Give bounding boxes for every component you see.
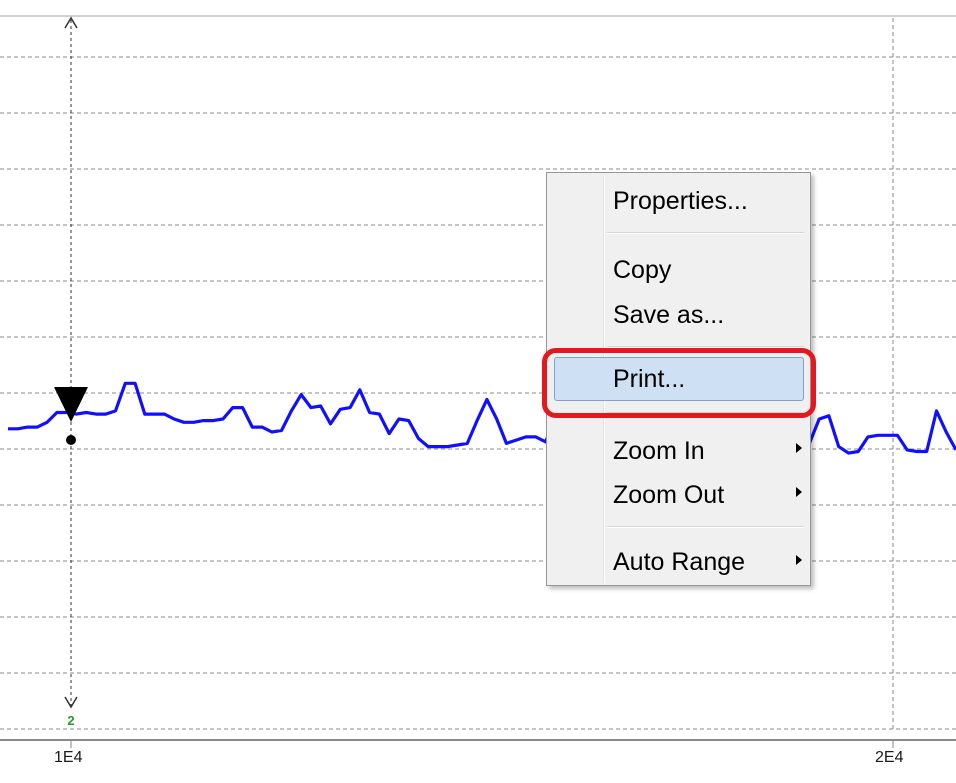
submenu-arrow-icon: [796, 555, 802, 565]
x-tick-label-1e4: 1E4: [54, 749, 83, 766]
menu-item-save-as[interactable]: Save as...: [613, 301, 724, 330]
menu-item-auto-range[interactable]: Auto Range: [613, 548, 745, 577]
x-tick-label-2e4: 2E4: [875, 749, 904, 766]
menu-separator: [607, 526, 804, 528]
submenu-arrow-icon: [796, 443, 802, 453]
print-callout-highlight: [542, 348, 816, 418]
menu-item-properties[interactable]: Properties...: [613, 187, 748, 216]
submenu-arrow-icon: [796, 487, 802, 497]
menu-item-zoom-out[interactable]: Zoom Out: [613, 481, 724, 510]
cursor-label: 2: [67, 713, 74, 728]
menu-separator: [607, 232, 804, 234]
menu-item-zoom-in[interactable]: Zoom In: [613, 437, 705, 466]
marker-point: [66, 435, 76, 445]
menu-item-copy[interactable]: Copy: [613, 256, 671, 285]
